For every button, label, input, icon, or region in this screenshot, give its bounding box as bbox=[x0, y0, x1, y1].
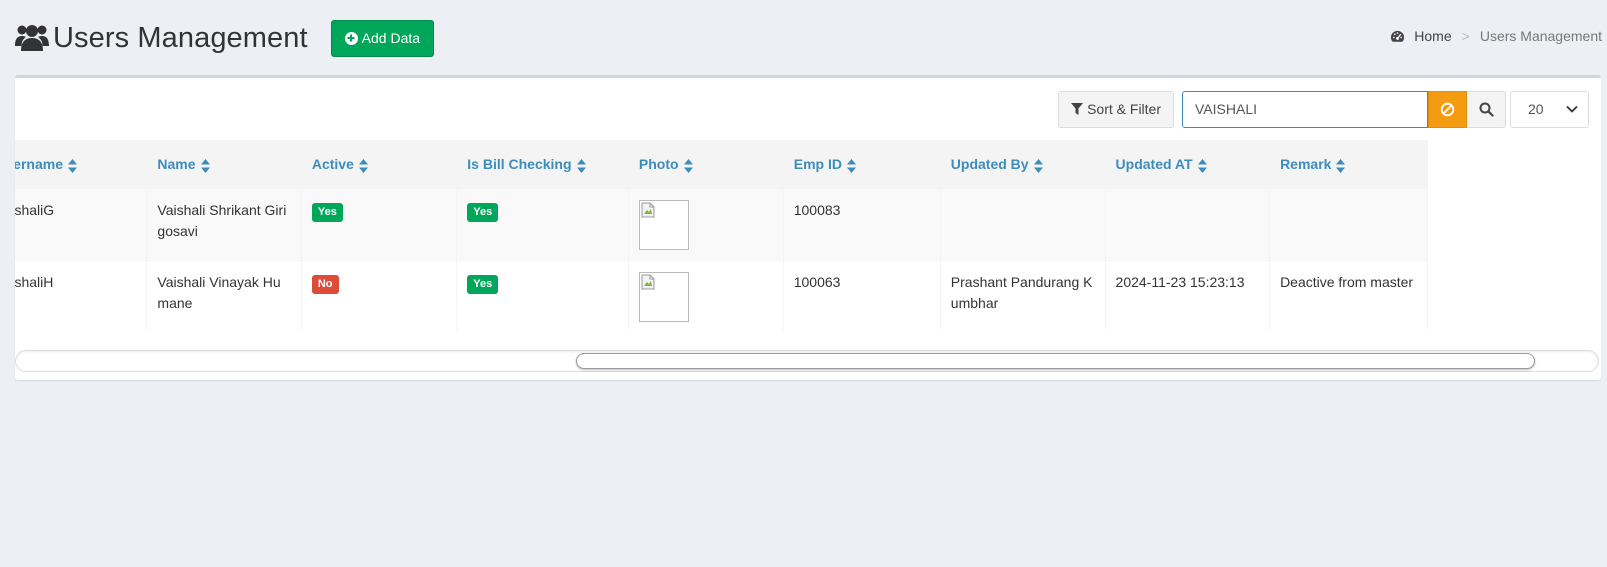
scrollbar-thumb[interactable] bbox=[576, 353, 1535, 369]
sort-filter-label: Sort & Filter bbox=[1087, 101, 1161, 117]
cell-active: Yes bbox=[301, 189, 458, 261]
sort-icon bbox=[683, 158, 693, 173]
search-input[interactable] bbox=[1182, 90, 1428, 128]
sort-icon bbox=[200, 158, 210, 173]
users-table-panel: Sort & Filter 20 U bbox=[15, 75, 1601, 380]
cell-bill-checking: Yes bbox=[456, 260, 629, 331]
cell-emp-id: 100083 bbox=[783, 189, 941, 261]
page-title: Users Management bbox=[53, 21, 308, 54]
table-scroll-area[interactable]: Username Name Active Is Bill Checking Ph… bbox=[15, 140, 1601, 331]
status-badge: Yes bbox=[467, 203, 499, 222]
column-header-active[interactable]: Active bbox=[301, 140, 458, 189]
status-badge: No bbox=[311, 275, 339, 294]
cell-remark: Deactive from master bbox=[1269, 260, 1428, 331]
table-header-row: Username Name Active Is Bill Checking Ph… bbox=[15, 140, 1428, 189]
status-badge: Yes bbox=[467, 275, 499, 294]
table-row[interactable]: 1 VaishaliH Vaishali Vinayak Humane No Y… bbox=[15, 260, 1428, 331]
sort-icon bbox=[1033, 158, 1043, 173]
column-header-updated-by[interactable]: Updated By bbox=[940, 140, 1106, 189]
cell-updated-at: 2024-11-23 15:23:13 bbox=[1105, 260, 1271, 331]
filter-icon bbox=[1071, 103, 1084, 115]
user-photo[interactable] bbox=[638, 200, 689, 250]
plus-circle-icon bbox=[344, 31, 358, 45]
breadcrumb-separator: > bbox=[1461, 28, 1470, 44]
broken-image-icon bbox=[641, 202, 655, 218]
horizontal-scrollbar[interactable] bbox=[15, 350, 1599, 372]
ban-icon bbox=[1440, 102, 1455, 116]
cell-photo bbox=[628, 189, 784, 261]
users-table: Username Name Active Is Bill Checking Ph… bbox=[15, 140, 1428, 331]
breadcrumb: Home > Users Management bbox=[1390, 28, 1602, 44]
cell-emp-id: 100063 bbox=[783, 260, 941, 331]
add-data-button[interactable]: Add Data bbox=[330, 19, 435, 57]
users-icon bbox=[15, 21, 49, 55]
breadcrumb-home-link[interactable]: Home bbox=[1390, 28, 1452, 44]
cell-bill-checking: Yes bbox=[456, 189, 629, 261]
user-photo[interactable] bbox=[638, 272, 689, 322]
sort-icon bbox=[67, 158, 77, 173]
sort-icon bbox=[1197, 158, 1207, 173]
column-header-updated-at[interactable]: Updated AT bbox=[1105, 140, 1271, 189]
cell-username: VaishaliG bbox=[15, 189, 148, 261]
cell-username: VaishaliH bbox=[15, 260, 148, 331]
column-header-bill-checking[interactable]: Is Bill Checking bbox=[456, 140, 629, 189]
page-header: Users Management Add Data bbox=[15, 14, 1607, 62]
table-toolbar: Sort & Filter 20 bbox=[1058, 90, 1589, 128]
per-page-value: 20 bbox=[1528, 101, 1544, 117]
broken-image-icon bbox=[641, 274, 655, 290]
breadcrumb-home-label: Home bbox=[1414, 28, 1452, 44]
per-page-select[interactable]: 20 bbox=[1510, 90, 1589, 128]
add-data-label: Add Data bbox=[361, 30, 421, 46]
sort-icon bbox=[1336, 158, 1346, 173]
chevron-down-icon bbox=[1566, 105, 1578, 113]
sort-icon bbox=[576, 158, 586, 173]
table-row[interactable]: i VaishaliG Vaishali Shrikant Girigosavi… bbox=[15, 189, 1428, 261]
column-header-photo[interactable]: Photo bbox=[628, 140, 784, 189]
cell-active: No bbox=[301, 260, 458, 331]
cell-updated-by bbox=[940, 189, 1106, 261]
cell-photo bbox=[628, 260, 784, 331]
status-badge: Yes bbox=[311, 203, 343, 222]
dashboard-icon bbox=[1391, 30, 1405, 42]
column-header-remark[interactable]: Remark bbox=[1269, 140, 1428, 189]
column-header-name[interactable]: Name bbox=[146, 140, 302, 189]
cell-name: Vaishali Shrikant Girigosavi bbox=[146, 189, 302, 261]
column-header-username[interactable]: Username bbox=[15, 140, 148, 189]
cell-remark bbox=[1269, 189, 1428, 261]
cell-updated-at bbox=[1105, 189, 1271, 261]
clear-search-button[interactable] bbox=[1428, 90, 1467, 128]
sort-filter-button[interactable]: Sort & Filter bbox=[1058, 90, 1174, 128]
cell-updated-by: Prashant Pandurang Kumbhar bbox=[940, 260, 1106, 331]
search-icon bbox=[1479, 102, 1494, 117]
sort-icon bbox=[846, 158, 856, 173]
sort-icon bbox=[358, 158, 368, 173]
breadcrumb-current: Users Management bbox=[1479, 28, 1602, 44]
search-button[interactable] bbox=[1467, 90, 1506, 128]
cell-name: Vaishali Vinayak Humane bbox=[146, 260, 302, 331]
column-header-emp-id[interactable]: Emp ID bbox=[783, 140, 941, 189]
